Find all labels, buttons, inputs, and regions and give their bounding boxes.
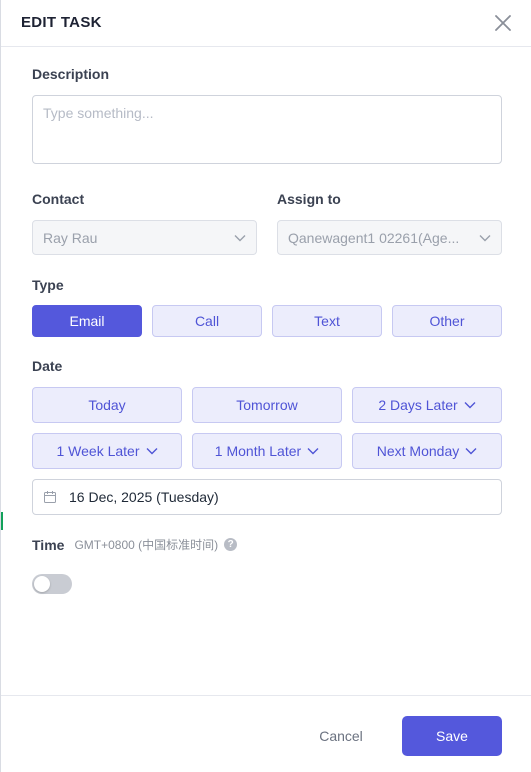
- time-label: Time: [32, 536, 65, 553]
- calendar-icon: [44, 491, 56, 503]
- contact-label: Contact: [32, 191, 85, 207]
- chevron-down-icon: [479, 234, 491, 241]
- background-edge: [1, 512, 3, 530]
- modal-header: EDIT TASK: [1, 0, 531, 47]
- description-input[interactable]: [32, 95, 502, 164]
- date-1-week-label: 1 Week Later: [56, 443, 140, 459]
- assign-select[interactable]: Qanewagent1 02261(Age...: [277, 220, 502, 255]
- assign-label: Assign to: [277, 191, 341, 207]
- chevron-down-icon: [234, 234, 246, 241]
- edit-task-modal: EDIT TASK Description Contact Ray Rau As…: [0, 0, 531, 772]
- date-today-label: Today: [88, 397, 126, 413]
- chevron-down-icon: [307, 448, 319, 455]
- date-1-month-label: 1 Month Later: [214, 443, 302, 459]
- description-label: Description: [32, 66, 110, 82]
- close-icon[interactable]: [492, 12, 514, 34]
- date-2-days-label: 2 Days Later: [378, 397, 458, 413]
- toggle-knob: [34, 576, 50, 592]
- save-button[interactable]: Save: [402, 716, 502, 756]
- date-today-button[interactable]: Today: [32, 387, 182, 423]
- contact-value: Ray Rau: [43, 229, 98, 246]
- type-text-button[interactable]: Text: [272, 305, 382, 337]
- timezone-text: GMT+0800 (中国标准时间): [74, 538, 219, 552]
- assign-value: Qanewagent1 02261(Age...: [288, 229, 460, 246]
- chevron-down-icon: [465, 448, 477, 455]
- date-label: Date: [32, 358, 63, 374]
- modal-title: EDIT TASK: [21, 14, 102, 31]
- date-next-monday-button[interactable]: Next Monday: [352, 433, 502, 469]
- time-row: Time GMT+0800 (中国标准时间) ?: [32, 536, 238, 553]
- date-value: 16 Dec, 2025 (Tuesday): [69, 489, 219, 505]
- date-picker-field[interactable]: 16 Dec, 2025 (Tuesday): [32, 479, 502, 515]
- date-tomorrow-label: Tomorrow: [236, 397, 298, 413]
- type-other-button[interactable]: Other: [392, 305, 502, 337]
- date-2-days-button[interactable]: 2 Days Later: [352, 387, 502, 423]
- chevron-down-icon: [146, 448, 157, 455]
- type-label: Type: [32, 277, 64, 293]
- type-call-button[interactable]: Call: [152, 305, 262, 337]
- date-next-monday-label: Next Monday: [376, 443, 460, 459]
- date-1-month-button[interactable]: 1 Month Later: [192, 433, 342, 469]
- time-toggle[interactable]: [32, 574, 72, 594]
- cancel-button[interactable]: Cancel: [301, 716, 381, 756]
- contact-select[interactable]: Ray Rau: [32, 220, 257, 255]
- modal-footer: Cancel Save: [1, 695, 531, 772]
- date-tomorrow-button[interactable]: Tomorrow: [192, 387, 342, 423]
- date-1-week-button[interactable]: 1 Week Later: [32, 433, 182, 469]
- chevron-down-icon: [464, 402, 476, 409]
- help-icon[interactable]: ?: [224, 538, 238, 551]
- type-email-button[interactable]: Email: [32, 305, 142, 337]
